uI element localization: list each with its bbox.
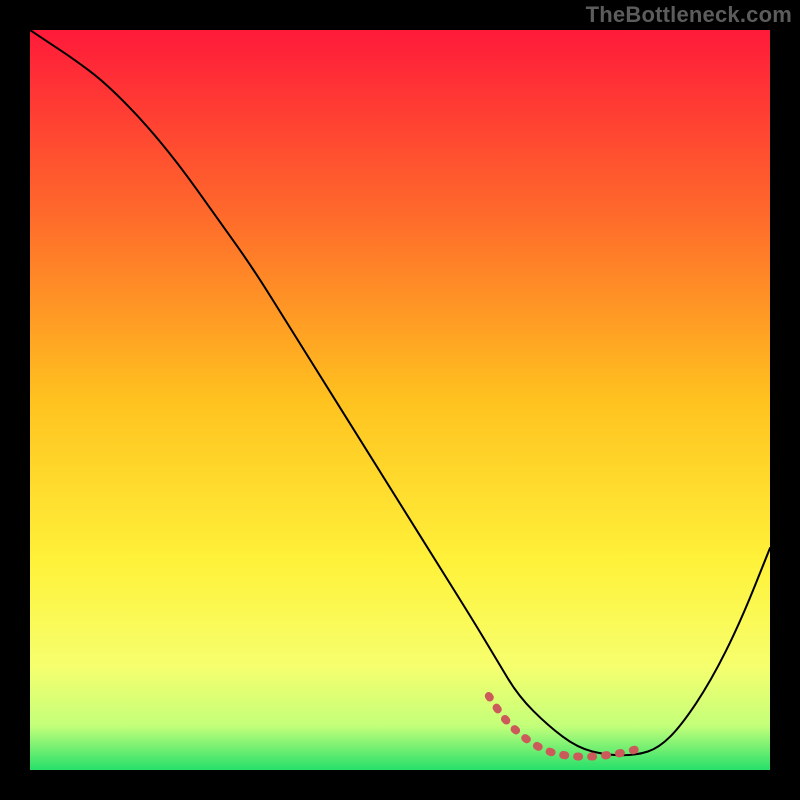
watermark-text: TheBottleneck.com <box>586 2 792 28</box>
chart-frame: TheBottleneck.com <box>0 0 800 800</box>
plot-area <box>30 30 770 770</box>
bottleneck-chart <box>30 30 770 770</box>
gradient-background <box>30 30 770 770</box>
